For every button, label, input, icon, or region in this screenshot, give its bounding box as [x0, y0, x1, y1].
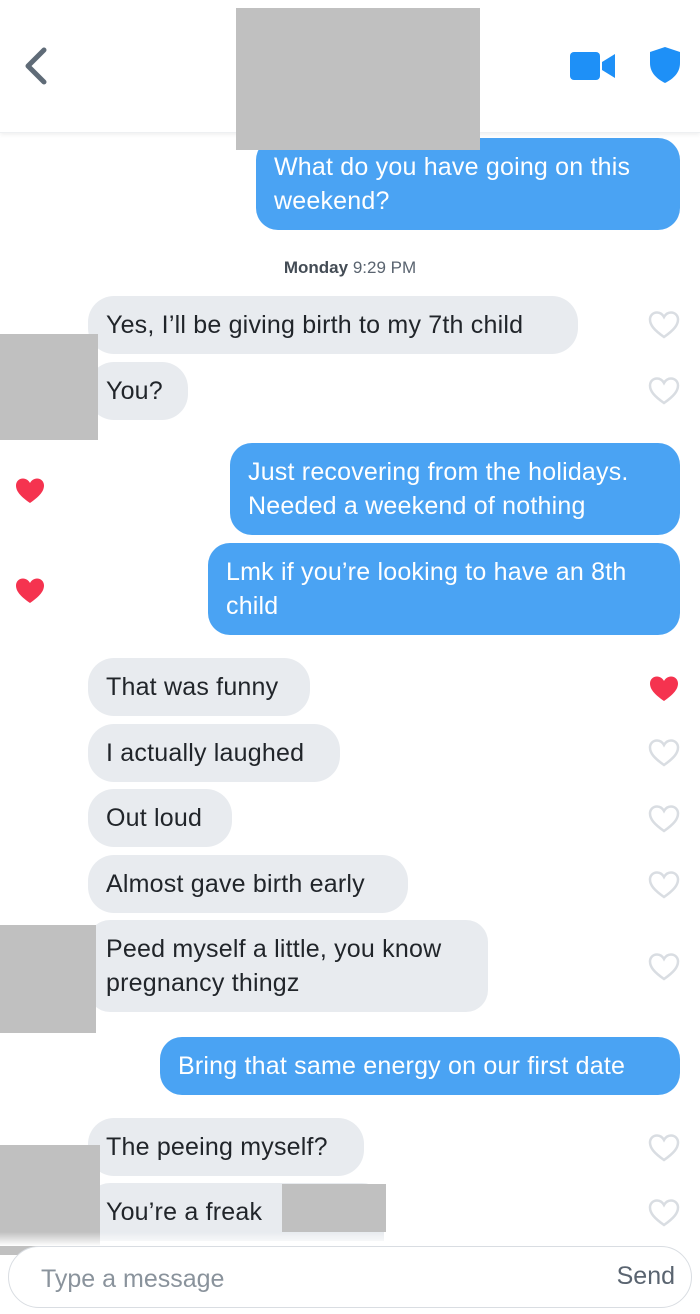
- video-camera-icon: [570, 52, 615, 80]
- like-heart-button[interactable]: [648, 870, 680, 900]
- message-incoming[interactable]: Out loud: [88, 789, 232, 847]
- message-incoming[interactable]: You?: [88, 362, 188, 420]
- message-incoming[interactable]: I actually laughed: [88, 724, 340, 782]
- heart-outline-icon: [648, 311, 680, 339]
- heart-outline-icon: [648, 805, 680, 833]
- message-text: Almost gave birth early: [106, 870, 365, 898]
- message-timestamp: Monday 9:29 PM: [0, 258, 700, 278]
- shield-icon: [650, 47, 680, 83]
- message-incoming[interactable]: Almost gave birth early: [88, 855, 408, 913]
- message-text: That was funny: [106, 673, 279, 701]
- message-text: What do you have going on this weekend?: [274, 153, 631, 215]
- message-incoming[interactable]: The peeing myself?: [88, 1118, 364, 1176]
- heart-outline-icon: [648, 739, 680, 767]
- message-incoming[interactable]: That was funny: [88, 658, 310, 716]
- like-heart-button-liked[interactable]: [648, 674, 680, 704]
- heart-filled-icon: [650, 676, 678, 701]
- like-heart-button[interactable]: [648, 376, 680, 406]
- message-text: I actually laughed: [106, 739, 305, 767]
- timestamp-time: 9:29 PM: [352, 258, 417, 277]
- safety-shield-button[interactable]: [648, 46, 682, 84]
- message-composer: Send: [8, 1246, 692, 1308]
- message-text: Yes, I’ll be giving birth to my 7th chil…: [106, 311, 524, 339]
- message-text: The peeing myself?: [106, 1133, 328, 1161]
- like-heart-button[interactable]: [648, 1198, 680, 1228]
- heart-outline-icon: [648, 377, 680, 405]
- liked-heart-indicator: [14, 576, 46, 606]
- message-text: Lmk if you’re looking to have an 8th chi…: [226, 558, 627, 620]
- heart-outline-icon: [648, 871, 680, 899]
- liked-heart-indicator: [14, 476, 46, 506]
- like-heart-button[interactable]: [648, 804, 680, 834]
- send-button[interactable]: Send: [617, 1262, 675, 1291]
- timestamp-day: Monday: [283, 258, 349, 277]
- message-text: You?: [106, 377, 163, 405]
- heart-filled-icon: [16, 478, 44, 503]
- heart-outline-icon: [648, 953, 680, 981]
- message-text: Bring that same energy on our first date: [178, 1052, 626, 1080]
- heart-outline-icon: [648, 1199, 680, 1227]
- message-outgoing[interactable]: What do you have going on this weekend?: [256, 138, 680, 230]
- like-heart-button[interactable]: [648, 738, 680, 768]
- redacted-avatar: [0, 925, 96, 1033]
- redacted-emoji: [282, 1184, 386, 1232]
- like-heart-button[interactable]: [648, 310, 680, 340]
- message-text: Just recovering from the holidays. Neede…: [248, 458, 629, 520]
- scroll-fade: [0, 1232, 700, 1246]
- message-incoming[interactable]: Yes, I’ll be giving birth to my 7th chil…: [88, 296, 578, 354]
- heart-filled-icon: [16, 578, 44, 603]
- like-heart-button[interactable]: [648, 1133, 680, 1163]
- message-text: Out loud: [106, 804, 203, 832]
- message-input[interactable]: [39, 1261, 563, 1297]
- video-call-button[interactable]: [570, 52, 616, 80]
- like-heart-button[interactable]: [648, 952, 680, 982]
- redacted-avatar: [0, 334, 98, 440]
- chevron-left-icon: [25, 47, 47, 85]
- message-outgoing[interactable]: Bring that same energy on our first date: [160, 1037, 680, 1095]
- message-outgoing[interactable]: Lmk if you’re looking to have an 8th chi…: [208, 543, 680, 635]
- back-button[interactable]: [18, 42, 58, 90]
- redacted-profile-photo: [236, 8, 480, 150]
- message-outgoing[interactable]: Just recovering from the holidays. Neede…: [230, 443, 680, 535]
- heart-outline-icon: [648, 1134, 680, 1162]
- message-incoming[interactable]: Peed myself a little, you know pregnancy…: [88, 920, 488, 1012]
- message-text: Peed myself a little, you know pregnancy…: [106, 935, 442, 997]
- message-text: You’re a freak: [106, 1198, 263, 1226]
